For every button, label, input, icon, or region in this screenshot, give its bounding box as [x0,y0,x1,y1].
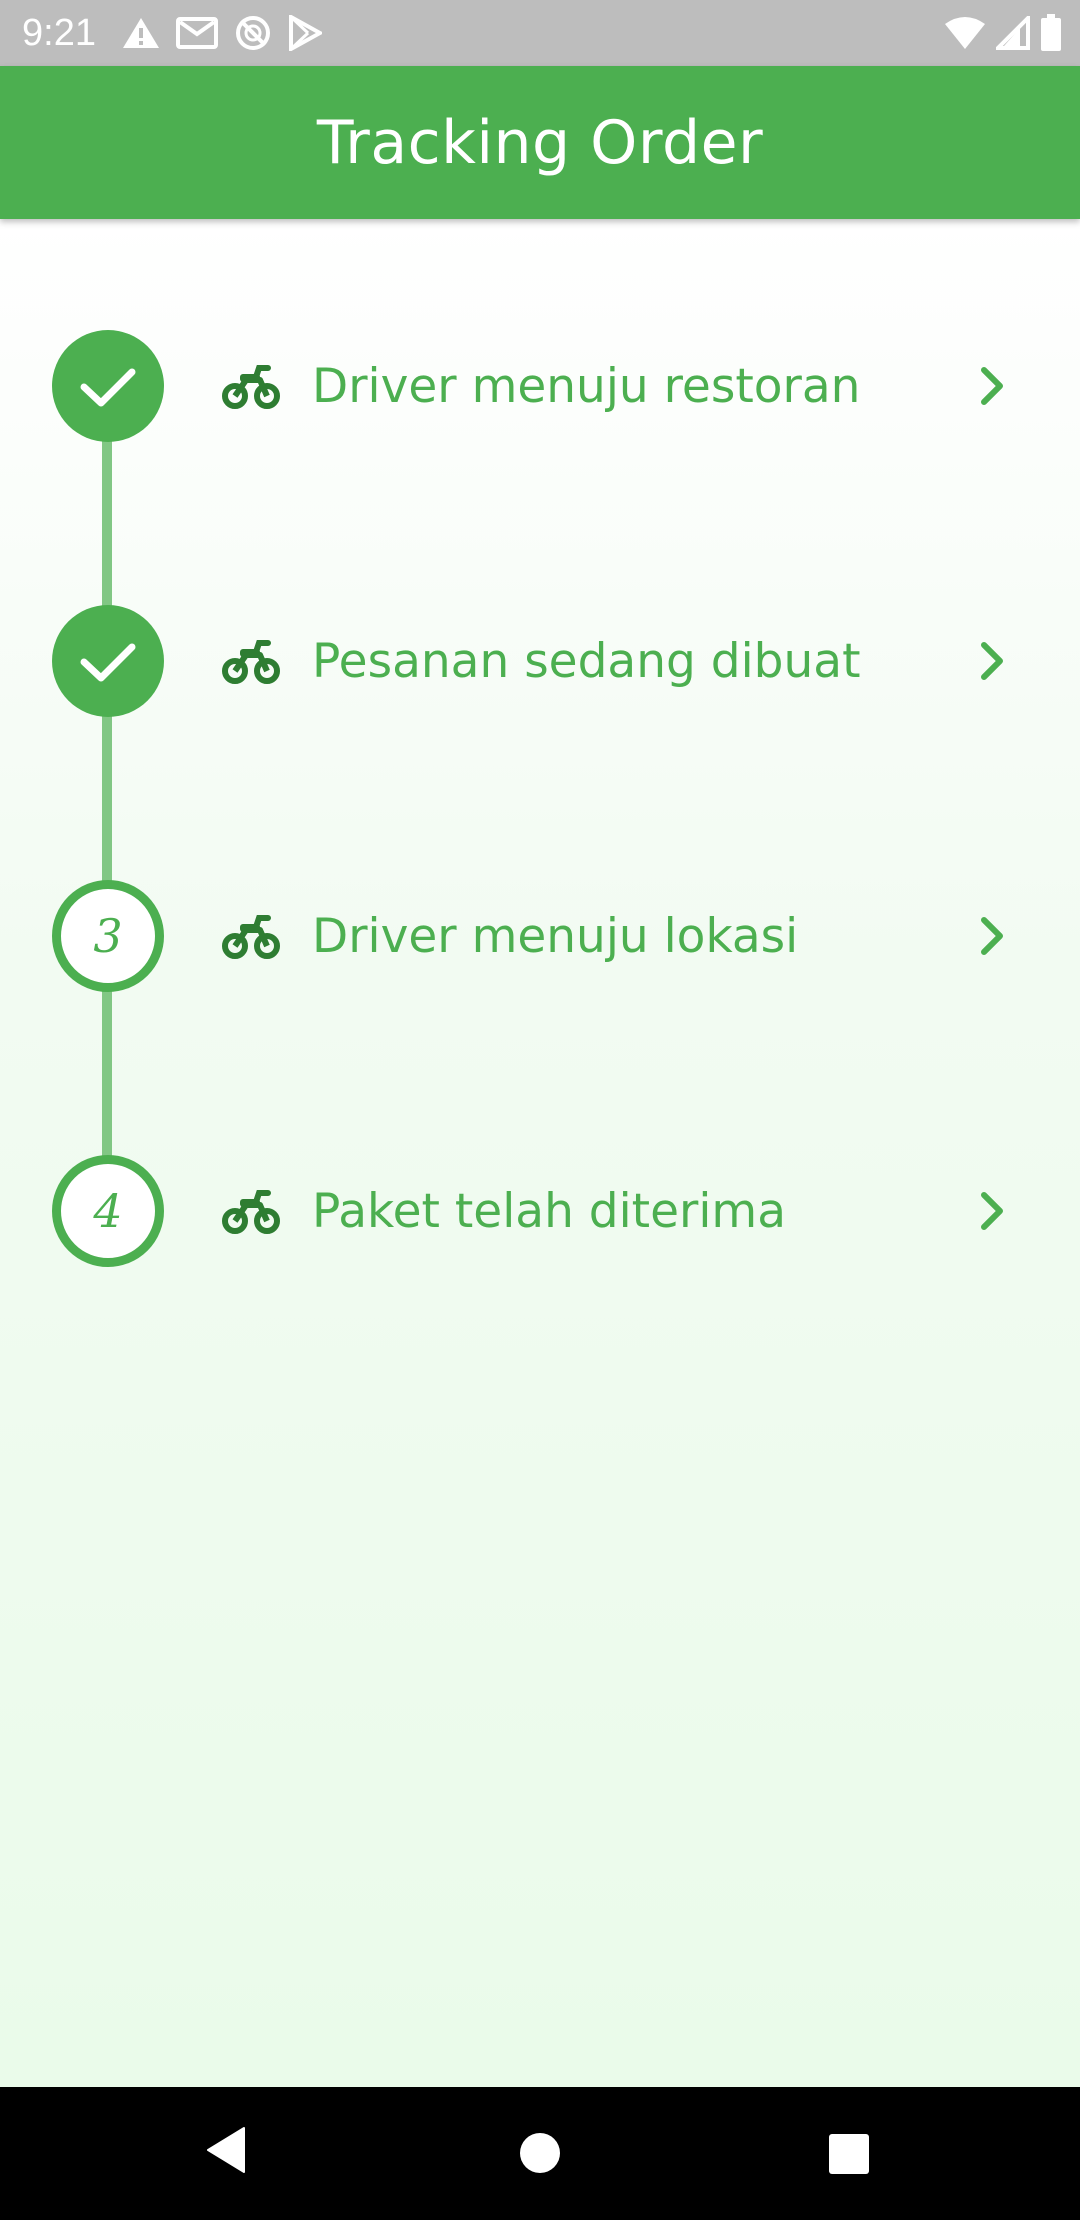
check-icon [80,643,136,682]
step-label: Driver menuju restoran [312,358,861,414]
wifi-icon [944,16,986,50]
back-icon[interactable] [204,2125,248,2175]
timeline-connector [102,986,112,1162]
page-title: Tracking Order [316,107,764,178]
check-icon [80,368,136,407]
navigation-bar [0,2087,1080,2220]
timeline-connector [102,711,112,887]
recents-icon[interactable] [828,2133,870,2175]
gmail-icon [176,16,218,50]
battery-icon [1040,14,1062,52]
sync-disabled-icon [234,14,272,52]
motorcycle-icon [222,365,280,409]
chevron-right-icon [981,642,1003,680]
tracking-step-3[interactable]: 3 Driver menuju lokasi [0,880,1080,992]
step-number-indicator: 4 [52,1155,164,1267]
step-complete-indicator [52,330,164,442]
step-number: 3 [93,909,123,963]
home-icon[interactable] [518,2131,562,2175]
notification-icons [122,12,322,54]
step-label: Pesanan sedang dibuat [312,633,861,689]
motorcycle-icon [222,1190,280,1234]
timeline-connector [102,436,112,612]
tracking-content: Driver menuju restoran Pesanan sedang di… [0,219,1080,2087]
tracking-step-4[interactable]: 4 Paket telah diterima [0,1155,1080,1267]
step-number-indicator: 3 [52,880,164,992]
step-number: 4 [93,1184,123,1238]
play-store-icon [288,15,322,51]
chevron-right-icon [981,367,1003,405]
status-time: 9:21 [22,12,96,54]
tracking-step-2[interactable]: Pesanan sedang dibuat [0,605,1080,717]
chevron-right-icon [981,1192,1003,1230]
status-bar: 9:21 [0,0,1080,66]
app-bar: Tracking Order [0,66,1080,219]
system-icons [944,12,1062,54]
signal-icon [996,16,1030,50]
warning-icon [122,16,160,50]
tracking-step-1[interactable]: Driver menuju restoran [0,330,1080,442]
step-label: Paket telah diterima [312,1183,786,1239]
motorcycle-icon [222,640,280,684]
step-complete-indicator [52,605,164,717]
motorcycle-icon [222,915,280,959]
chevron-right-icon [981,917,1003,955]
step-label: Driver menuju lokasi [312,908,799,964]
